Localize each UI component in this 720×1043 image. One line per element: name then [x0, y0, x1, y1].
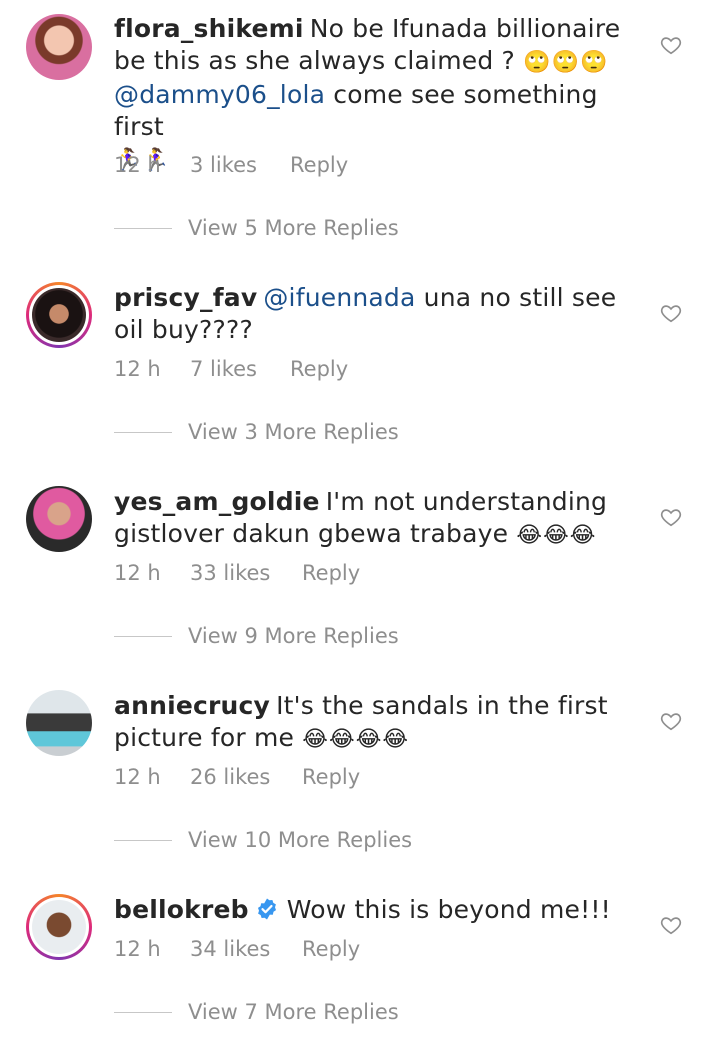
- avatar[interactable]: [26, 690, 92, 756]
- heart-icon[interactable]: [660, 710, 682, 732]
- mention-link[interactable]: @dammy06_lola: [114, 80, 325, 109]
- comment-meta: 12 h 3 likes Reply: [114, 153, 348, 177]
- replies-divider: [114, 1011, 172, 1013]
- heart-icon[interactable]: [660, 506, 682, 528]
- comment-emoji: 😂😂😂: [516, 523, 597, 548]
- comment-time: 12 h: [114, 765, 161, 789]
- avatar-image: [32, 900, 86, 954]
- comment-time: 12 h: [114, 561, 161, 585]
- heart-icon[interactable]: [660, 34, 682, 56]
- avatar[interactable]: [26, 486, 92, 552]
- avatar[interactable]: [26, 14, 92, 80]
- comment-likes[interactable]: 7 likes: [190, 357, 290, 381]
- comment-meta: 12 h 7 likes Reply: [114, 357, 348, 381]
- comment-meta: 12 h 26 likes Reply: [114, 765, 360, 789]
- reply-button[interactable]: Reply: [302, 561, 360, 585]
- comment-emoji: 😂😂😂😂: [302, 727, 410, 752]
- comment-body: Wow this is beyond me!!!: [286, 895, 611, 924]
- replies-divider: [114, 431, 172, 433]
- view-replies-label: View 5 More Replies: [188, 216, 399, 240]
- comment-meta: 12 h 34 likes Reply: [114, 937, 360, 961]
- view-replies-label: View 9 More Replies: [188, 624, 399, 648]
- view-replies-button[interactable]: View 9 More Replies: [114, 624, 399, 648]
- comment-text: bellokreb Wow this is beyond me!!!: [114, 894, 634, 926]
- reply-button[interactable]: Reply: [290, 357, 348, 381]
- view-replies-label: View 7 More Replies: [188, 1000, 399, 1024]
- view-replies-button[interactable]: View 3 More Replies: [114, 420, 399, 444]
- view-replies-button[interactable]: View 5 More Replies: [114, 216, 399, 240]
- comment-time: 12 h: [114, 357, 161, 381]
- comment-time: 12 h: [114, 937, 161, 961]
- avatar-image: [32, 288, 86, 342]
- view-replies-button[interactable]: View 10 More Replies: [114, 828, 412, 852]
- comment-username[interactable]: priscy_fav: [114, 283, 257, 312]
- replies-divider: [114, 227, 172, 229]
- reply-button[interactable]: Reply: [290, 153, 348, 177]
- comment-likes[interactable]: 34 likes: [190, 937, 302, 961]
- replies-divider: [114, 635, 172, 637]
- reply-button[interactable]: Reply: [302, 937, 360, 961]
- comment-likes[interactable]: 3 likes: [190, 153, 290, 177]
- mention-link[interactable]: @ifuennada: [263, 283, 415, 312]
- replies-divider: [114, 839, 172, 841]
- comment-likes[interactable]: 26 likes: [190, 765, 302, 789]
- avatar[interactable]: [26, 282, 92, 348]
- comment-username[interactable]: anniecrucy: [114, 691, 270, 720]
- view-replies-button[interactable]: View 7 More Replies: [114, 1000, 399, 1024]
- comment-text: priscy_fav @ifuennada una no still see oi…: [114, 282, 634, 346]
- reply-button[interactable]: Reply: [302, 765, 360, 789]
- comment-username[interactable]: bellokreb: [114, 895, 249, 924]
- avatar-image: [26, 14, 92, 80]
- avatar-image: [26, 486, 92, 552]
- comment-text: yes_am_goldie I'm not understanding gistl…: [114, 486, 634, 552]
- view-replies-label: View 3 More Replies: [188, 420, 399, 444]
- comment-time: 12 h: [114, 153, 161, 177]
- heart-icon[interactable]: [660, 914, 682, 936]
- view-replies-label: View 10 More Replies: [188, 828, 413, 852]
- comment-username[interactable]: yes_am_goldie: [114, 487, 320, 516]
- comment-emoji: 🙄🙄🙄: [523, 50, 609, 75]
- avatar-image: [26, 690, 92, 756]
- comment-meta: 12 h 33 likes Reply: [114, 561, 360, 585]
- comment-text: anniecrucy It's the sandals in the first …: [114, 690, 634, 756]
- avatar[interactable]: [26, 894, 92, 960]
- comment-username[interactable]: flora_shikemi: [114, 14, 304, 43]
- heart-icon[interactable]: [660, 302, 682, 324]
- comment-likes[interactable]: 33 likes: [190, 561, 302, 585]
- verified-badge-icon: [257, 898, 276, 920]
